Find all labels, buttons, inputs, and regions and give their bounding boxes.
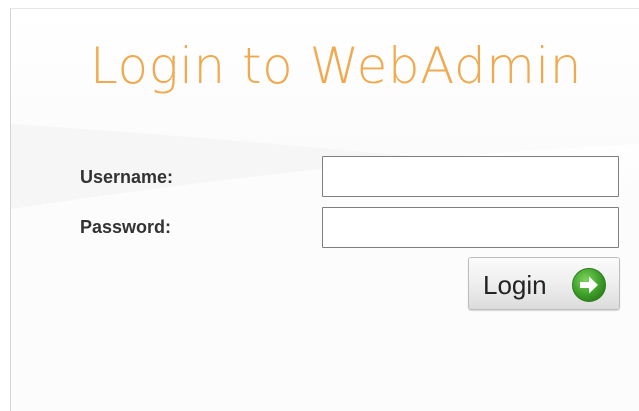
login-panel: Login to WebAdmin Username: Password: Lo… (10, 8, 639, 411)
username-label: Username: (80, 167, 174, 187)
arrow-right-circle-icon (572, 268, 606, 302)
login-button-label: Login (483, 270, 547, 300)
password-input[interactable] (322, 207, 619, 248)
password-label: Password: (80, 217, 172, 237)
username-input[interactable] (322, 156, 619, 197)
page-title: Login to WebAdmin (90, 37, 582, 95)
login-button[interactable]: Login (468, 257, 620, 310)
